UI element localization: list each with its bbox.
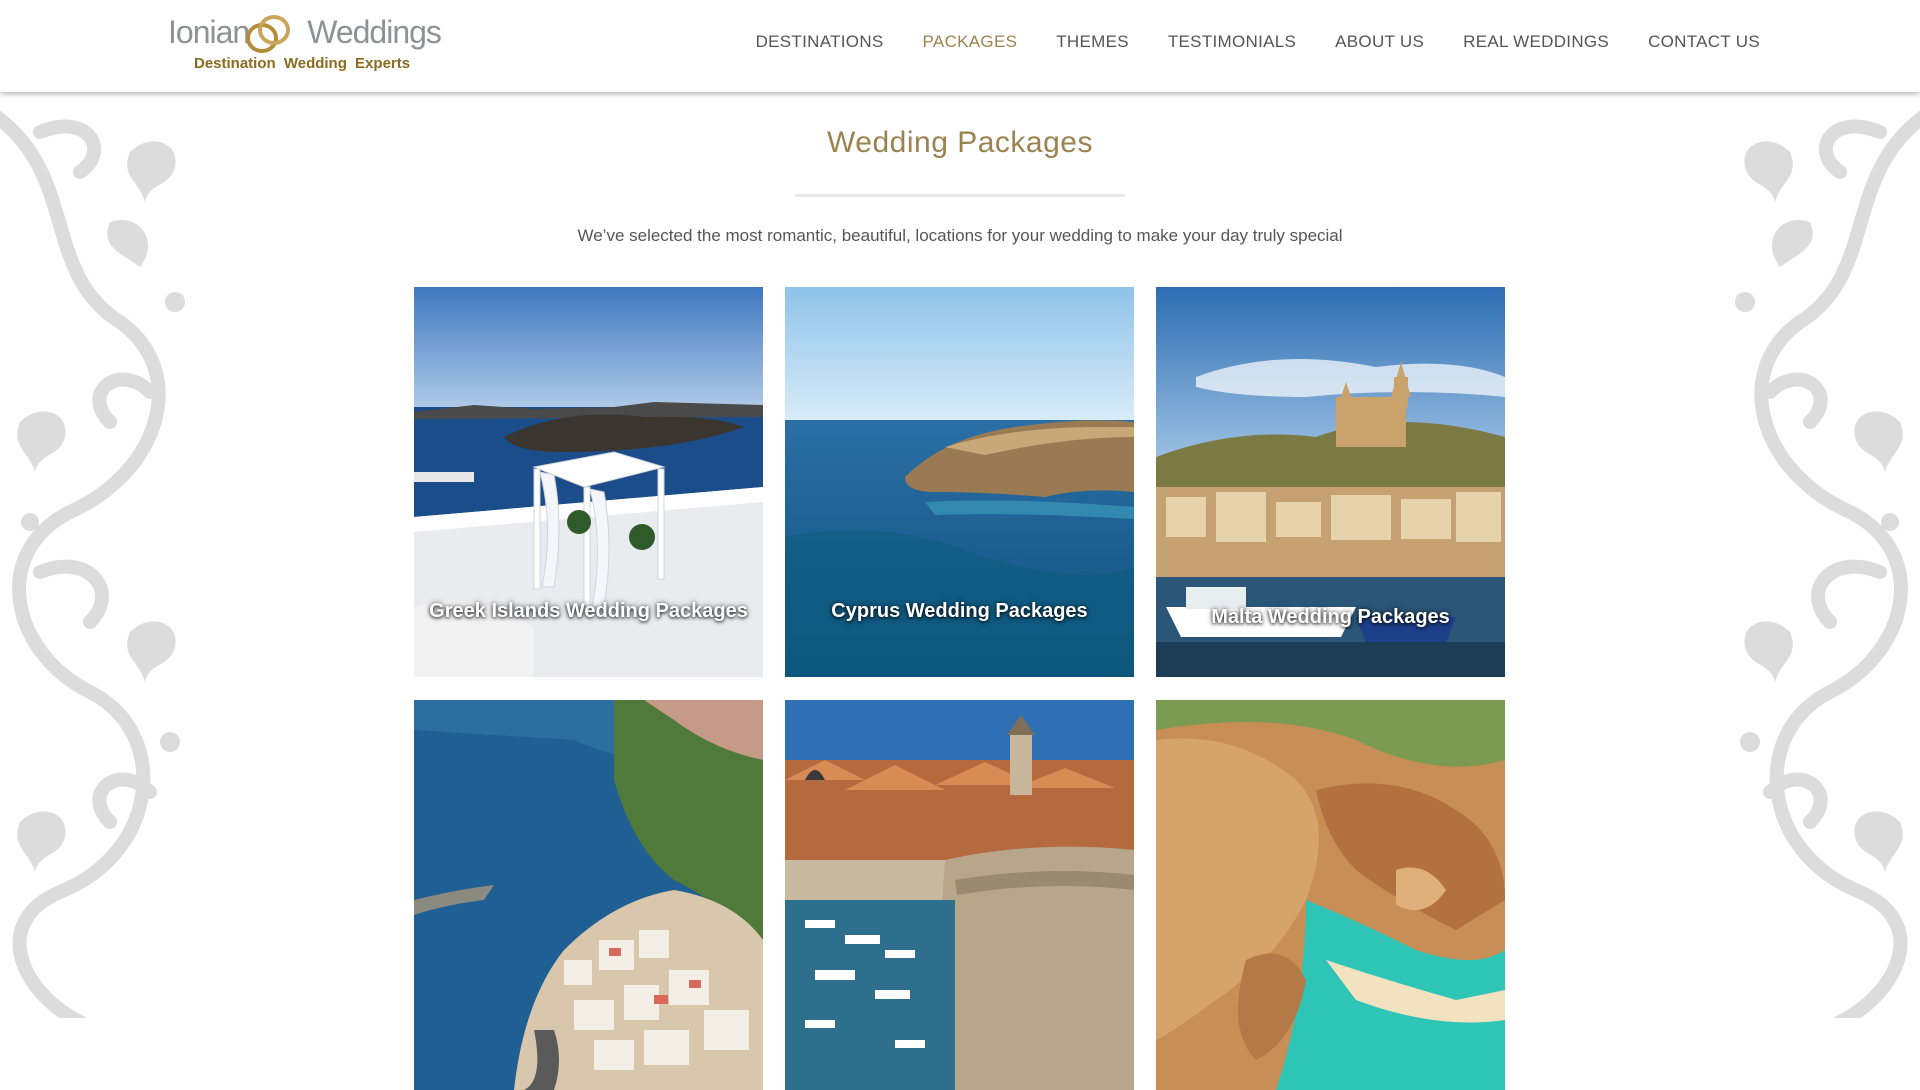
logo-name-part2: Weddings [307, 14, 442, 50]
package-card-algarve[interactable] [1156, 700, 1505, 1090]
package-card-cyprus[interactable]: Cyprus Wedding Packages [785, 287, 1134, 677]
page-title: Wedding Packages [827, 126, 1093, 159]
logo-name-part1: Ionian [168, 14, 250, 50]
package-card-malta[interactable]: Malta Wedding Packages [1156, 287, 1505, 677]
amalfi-coast-image [414, 700, 763, 1090]
package-card-amalfi[interactable] [414, 700, 763, 1090]
nav-themes[interactable]: THEMES [1056, 32, 1129, 52]
package-card-label: Malta Wedding Packages [1211, 606, 1450, 628]
logo-tagline: Destination Wedding Experts [194, 55, 411, 72]
package-card-label: Cyprus Wedding Packages [831, 600, 1088, 622]
logo[interactable]: Ionian Weddings Destination Wedding Exper… [168, 10, 442, 76]
algarve-cliffs-image [1156, 700, 1505, 1090]
nav-about-us[interactable]: ABOUT US [1335, 32, 1424, 52]
package-card-greek-islands[interactable]: Greek Islands Wedding Packages [414, 287, 763, 677]
logo-wordmark: Ionian Weddings [168, 14, 442, 51]
rings-icon [246, 15, 290, 53]
package-card-dubrovnik[interactable] [785, 700, 1134, 1090]
nav-real-weddings[interactable]: REAL WEDDINGS [1463, 32, 1609, 52]
nav-contact-us[interactable]: CONTACT US [1648, 32, 1760, 52]
site-header: Ionian Weddings Destination Wedding Exper… [0, 0, 1920, 92]
page-subtitle: We’ve selected the most romantic, beauti… [577, 226, 1343, 245]
nav-packages[interactable]: PACKAGES [923, 32, 1018, 52]
package-card-label: Greek Islands Wedding Packages [429, 600, 748, 622]
title-divider [795, 194, 1125, 197]
nav-destinations[interactable]: DESTINATIONS [756, 32, 884, 52]
nav-testimonials[interactable]: TESTIMONIALS [1168, 32, 1296, 52]
dubrovnik-harbour-image [785, 700, 1134, 1090]
main-nav: DESTINATIONS PACKAGES THEMES TESTIMONIAL… [717, 0, 1760, 84]
